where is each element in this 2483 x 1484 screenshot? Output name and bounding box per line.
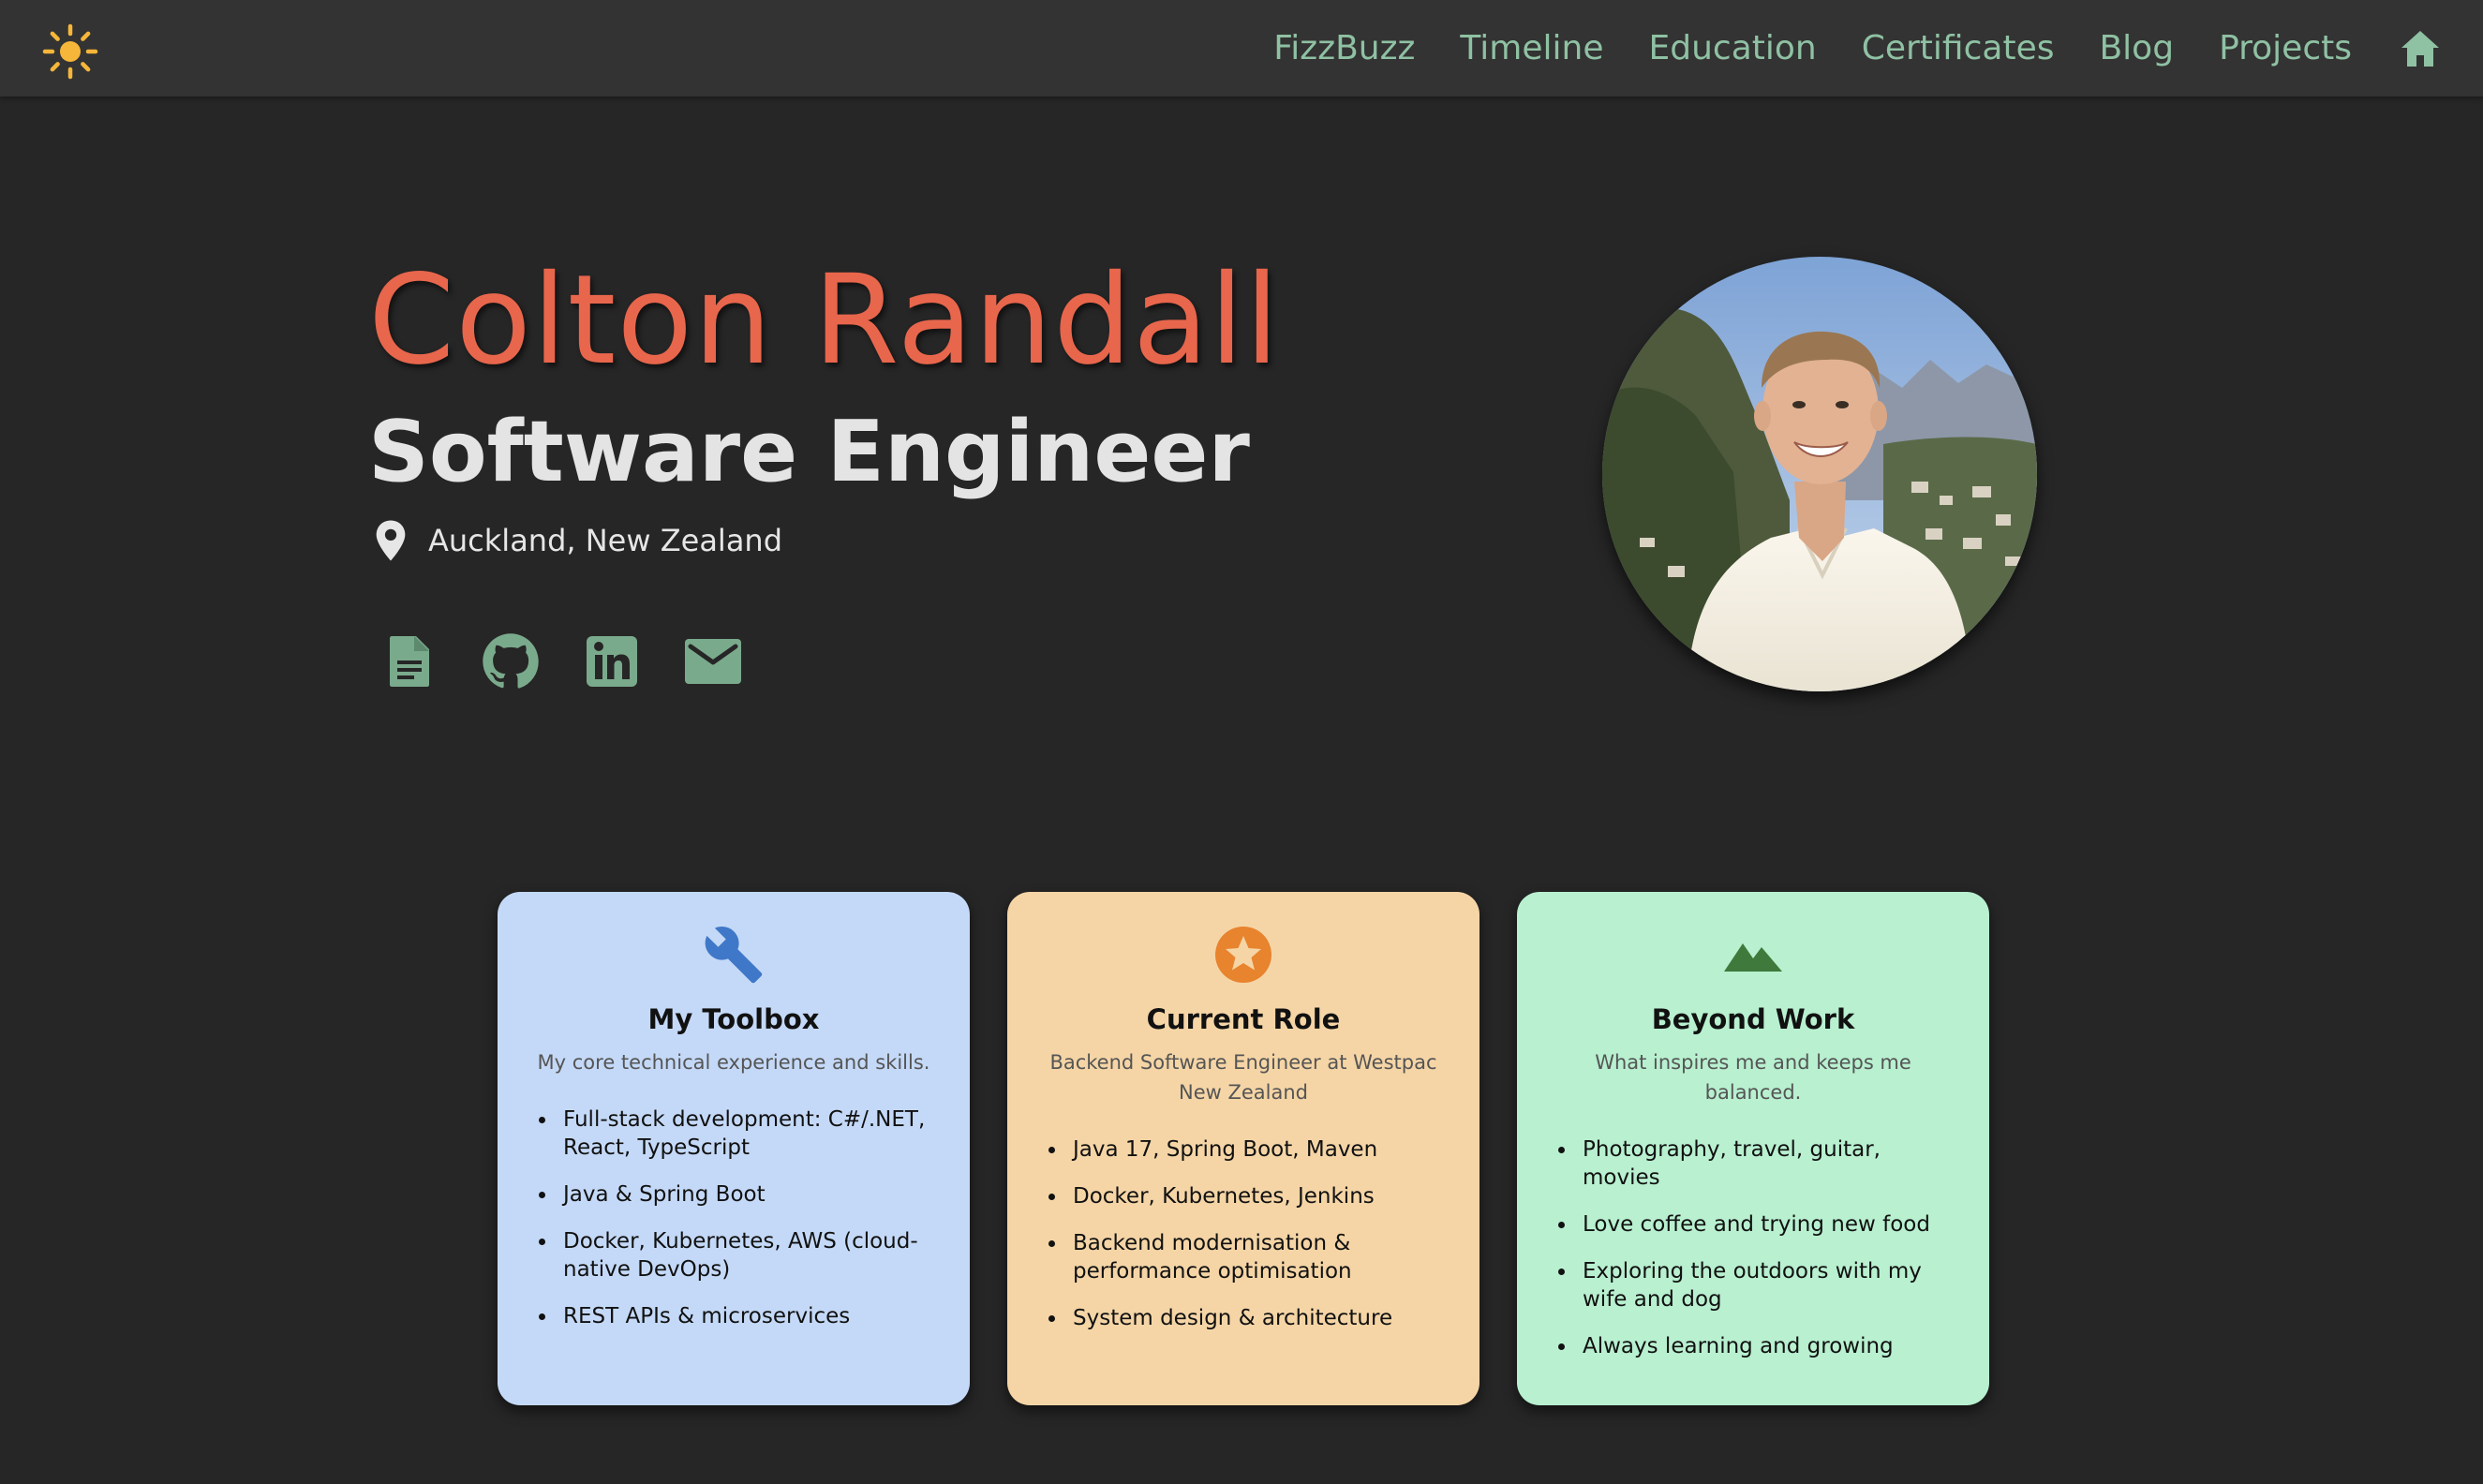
list-item: Java & Spring Boot [558,1180,938,1209]
wrench-icon [705,927,763,984]
list-item: System design & architecture [1067,1304,1448,1332]
card-current-role: Current Role Backend Software Engineer a… [1007,892,1479,1405]
profile-location: Auckland, New Zealand [368,519,1586,562]
card-list: Full-stack development: C#/.NET, React, … [529,1106,938,1330]
card-beyond-work: Beyond Work What inspires me and keeps m… [1517,892,1989,1405]
mountain-icon [1724,943,1782,972]
linkedin-icon [587,636,637,687]
email-icon [685,639,741,684]
hero-section: Colton Randall Software Engineer Aucklan… [368,245,1586,562]
github-icon [483,633,539,689]
list-item: Always learning and growing [1577,1332,1957,1360]
info-cards: My Toolbox My core technical experience … [498,892,1989,1405]
profile-photo [1602,257,2037,691]
linkedin-link[interactable] [580,630,644,693]
profile-title: Software Engineer [368,403,1250,501]
profile-name: Colton Randall [368,248,1281,393]
nav-link-timeline[interactable]: Timeline [1460,29,1603,67]
list-item: Docker, Kubernetes, AWS (cloud-native De… [558,1227,938,1284]
nav-link-certificates[interactable]: Certificates [1862,29,2055,67]
list-item: Photography, travel, guitar, movies [1577,1135,1957,1192]
nav-link-education[interactable]: Education [1648,29,1816,67]
document-icon [390,636,429,687]
home-button[interactable] [2397,25,2444,72]
list-item: Exploring the outdoors with my wife and … [1577,1257,1957,1313]
theme-toggle-button[interactable] [39,22,101,81]
home-icon [2401,30,2439,67]
card-title: Beyond Work [1651,1003,1855,1035]
card-list: Photography, travel, guitar, movies Love… [1549,1135,1957,1360]
card-title: Current Role [1146,1003,1341,1035]
sun-icon [42,23,98,80]
card-list: Java 17, Spring Boot, Maven Docker, Kube… [1039,1135,1448,1332]
list-item: Backend modernisation & performance opti… [1067,1229,1448,1285]
main-nav: FizzBuzz Timeline Education Certificates… [1273,0,2483,96]
location-text: Auckland, New Zealand [428,523,783,558]
social-links [368,630,782,693]
list-item: Full-stack development: C#/.NET, React, … [558,1106,938,1162]
card-description: Backend Software Engineer at Westpac New… [1049,1051,1437,1104]
github-link[interactable] [479,630,543,693]
list-item: REST APIs & microservices [558,1302,938,1330]
card-title: My Toolbox [647,1003,820,1035]
card-description: My core technical experience and skills. [537,1051,930,1074]
card-description: What inspires me and keeps me balanced. [1595,1051,1911,1104]
list-item: Docker, Kubernetes, Jenkins [1067,1182,1448,1210]
avatar-image [1602,257,2037,691]
resume-link[interactable] [378,630,441,693]
nav-link-fizzbuzz[interactable]: FizzBuzz [1273,29,1415,67]
nav-link-blog[interactable]: Blog [2099,29,2174,67]
top-navbar: FizzBuzz Timeline Education Certificates… [0,0,2483,96]
list-item: Java 17, Spring Boot, Maven [1067,1135,1448,1164]
list-item: Love coffee and trying new food [1577,1210,1957,1239]
email-link[interactable] [681,630,745,693]
star-badge-icon [1215,927,1271,983]
location-pin-icon [376,520,406,561]
nav-link-projects[interactable]: Projects [2219,29,2352,67]
card-toolbox: My Toolbox My core technical experience … [498,892,970,1405]
